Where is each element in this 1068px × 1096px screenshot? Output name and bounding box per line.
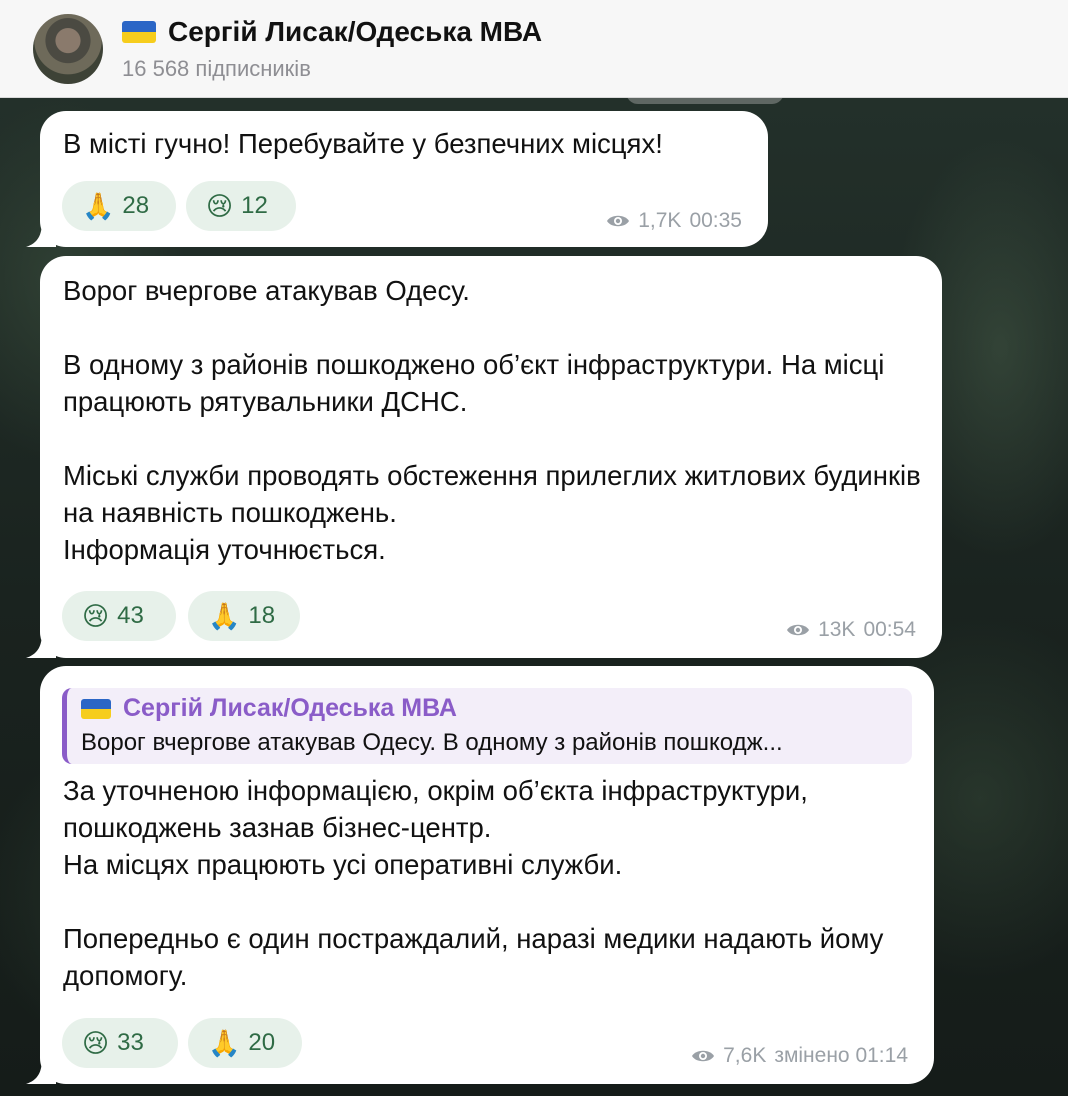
pray-emoji-icon: 🙏 <box>208 601 241 631</box>
view-count: 7,6K <box>723 1044 767 1067</box>
reaction-cry[interactable]: 😢 12 <box>186 181 296 231</box>
message-bubble[interactable]: В місті гучно! Перебувайте у безпечних м… <box>40 111 768 247</box>
reaction-pray[interactable]: 🙏 20 <box>188 1018 302 1068</box>
message-meta: 13K 00:54 <box>786 618 916 642</box>
reaction-count: 18 <box>248 602 276 629</box>
views-eye-icon <box>607 215 630 227</box>
views-eye-icon <box>692 1050 715 1062</box>
message-meta: 1,7K 00:35 <box>606 209 742 233</box>
message-meta: 7,6K змінено 01:14 <box>691 1044 908 1068</box>
reaction-cry[interactable]: 😢 43 <box>62 591 176 641</box>
message-bubble[interactable]: Ворог вчергове атакував Одесу. В одному … <box>40 256 942 658</box>
reaction-count: 20 <box>248 1029 276 1056</box>
message-text: За уточненою інформацією, окрім об’єкта … <box>63 775 884 991</box>
reply-author-name: Сергій Лисак/Одеська МВА <box>123 694 457 722</box>
cry-emoji-icon: 😢 <box>82 601 110 631</box>
subscriber-count: 16 568 підписників <box>122 56 311 81</box>
reaction-pray[interactable]: 🙏 28 <box>62 181 176 231</box>
reply-preview: Ворог вчергове атакував Одесу. В одному … <box>81 729 783 756</box>
ukraine-flag-icon <box>81 698 111 719</box>
reply-author: Сергій Лисак/Одеська МВА <box>81 694 457 723</box>
pray-emoji-icon: 🙏 <box>208 1028 241 1058</box>
channel-header[interactable]: Сергій Лисак/Одеська МВА 16 568 підписни… <box>0 0 1068 98</box>
reply-quote[interactable]: Сергій Лисак/Одеська МВА Ворог вчергове … <box>62 688 912 764</box>
message-text: В місті гучно! Перебувайте у безпечних м… <box>63 128 663 159</box>
cry-emoji-icon: 😢 <box>82 1028 110 1058</box>
reaction-pray[interactable]: 🙏 18 <box>188 591 300 641</box>
ukraine-flag-icon <box>122 21 156 43</box>
reaction-count: 28 <box>122 192 150 219</box>
message-text: Ворог вчергове атакував Одесу. В одному … <box>63 275 921 565</box>
message-time: 00:54 <box>863 618 916 641</box>
views-eye-icon <box>787 624 810 636</box>
reaction-count: 12 <box>241 192 268 219</box>
message-time: змінено 01:14 <box>774 1044 908 1067</box>
view-count: 1,7K <box>638 209 682 232</box>
view-count: 13K <box>818 618 856 641</box>
reaction-count: 33 <box>117 1029 144 1056</box>
channel-name: Сергій Лисак/Одеська МВА <box>168 16 543 47</box>
reaction-count: 43 <box>117 602 144 629</box>
cry-emoji-icon: 😢 <box>206 191 234 221</box>
message-time: 00:35 <box>689 209 742 232</box>
reaction-cry[interactable]: 😢 33 <box>62 1018 178 1068</box>
channel-avatar[interactable] <box>33 14 103 84</box>
channel-title[interactable]: Сергій Лисак/Одеська МВА <box>122 16 542 48</box>
message-bubble[interactable]: Сергій Лисак/Одеська МВА Ворог вчергове … <box>40 666 934 1084</box>
pray-emoji-icon: 🙏 <box>82 191 115 221</box>
